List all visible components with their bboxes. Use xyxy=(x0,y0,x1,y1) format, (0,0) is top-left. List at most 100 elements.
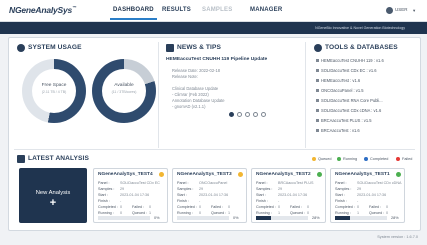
bullet-icon xyxy=(316,89,319,92)
pager-dot[interactable] xyxy=(261,112,266,117)
field-label: Finish : xyxy=(335,199,347,203)
samples-value: 29 xyxy=(357,187,362,191)
tool-item[interactable]: BRCAaccuTest : v1.6 xyxy=(316,127,412,136)
field-label: Failed : xyxy=(132,205,145,209)
field-label: Panel : xyxy=(98,181,110,185)
tool-label: ONCOaccuPanel : v1.5 xyxy=(321,87,364,93)
analysis-card[interactable]: NGeneAnalySys_TEST3 Panel : ONCOaccuPanel S… xyxy=(172,168,247,223)
field-label: Failed : xyxy=(369,205,382,209)
samples-value: 29 xyxy=(199,187,204,191)
legend-dot-icon xyxy=(364,157,368,161)
nav-samples: SAMPLES xyxy=(202,7,233,13)
tool-item[interactable]: ONCOaccuPanel : v1.5 xyxy=(316,87,412,96)
free-space-value: (2.11 TB / 4 TB) xyxy=(41,90,67,94)
finish-value: - xyxy=(120,199,122,203)
field-label: Failed : xyxy=(290,205,303,209)
user-name: USER xyxy=(395,7,408,12)
running-value: 0 xyxy=(199,211,202,215)
free-space-donut: Free Space (2.11 TB / 4 TB) xyxy=(22,59,86,123)
progress-bar xyxy=(335,216,387,220)
completed-value: 0 xyxy=(278,205,281,209)
status-dot-icon xyxy=(317,172,322,177)
analysis-card-title: NGeneAnalySys_TEST4 xyxy=(98,172,153,177)
running-value: 0 xyxy=(120,211,123,215)
news-headline[interactable]: HEMEaccuTest CNUHH 119 Pipeline Update xyxy=(166,57,267,62)
field-label: Panel : xyxy=(177,181,189,185)
news-line: - ClinVar (Feb 2022) xyxy=(172,92,209,97)
queued-value: 0 xyxy=(307,211,310,215)
queued-value: 0 xyxy=(386,211,389,215)
nav-manager[interactable]: MANAGER xyxy=(250,7,282,13)
available-donut: Available (11 / 3TB/cores) xyxy=(92,59,156,123)
news-line: Annotation Database Update xyxy=(172,98,225,103)
start-value: 2023-01-04 17:36 xyxy=(278,193,308,197)
bullet-icon xyxy=(316,69,319,72)
finish-value: - xyxy=(199,199,201,203)
news-icon xyxy=(166,44,174,52)
pager-dot[interactable] xyxy=(229,112,234,117)
legend-dot-icon xyxy=(396,157,400,161)
bullet-icon xyxy=(316,109,319,112)
pager-dot[interactable] xyxy=(245,112,250,117)
legend-label: Failed xyxy=(402,157,413,161)
news-line: - gnomAD (v2.1.1) xyxy=(172,104,206,109)
field-label: Completed : xyxy=(335,205,355,209)
field-label: Samples : xyxy=(256,187,273,191)
tool-label: SOLIDaccuTest RNA Core Publi... xyxy=(321,97,383,103)
legend-dot-icon xyxy=(337,157,341,161)
field-label: Start : xyxy=(177,193,187,197)
nav-results[interactable]: RESULTS xyxy=(162,7,191,13)
field-label: Panel : xyxy=(335,181,347,185)
legend-label: Running xyxy=(343,157,358,161)
analysis-card-title: NGeneAnalySys_TEST3 xyxy=(177,172,232,177)
user-avatar-icon xyxy=(386,7,393,14)
new-analysis-button[interactable]: New Analysis + xyxy=(19,168,87,223)
analysis-card[interactable]: NGeneAnalySys_TEST1 Panel : SOLIDaccuTest … xyxy=(330,168,405,223)
running-value: 1 xyxy=(278,211,281,215)
panel-value: BRCAaccuTest PLUS xyxy=(278,181,314,185)
analysis-card[interactable]: NGeneAnalySys_TEST4 Panel : SOLIDaccuTest … xyxy=(93,168,168,223)
section-divider xyxy=(158,42,159,148)
tool-item[interactable]: HEMEaccuTest CNUHH 119 : v1.6 xyxy=(316,57,412,66)
app-logo[interactable]: NGeneAnalySys™ xyxy=(9,5,77,15)
completed-value: 0 xyxy=(357,205,360,209)
nav-dashboard[interactable]: DASHBOARD xyxy=(110,7,157,20)
bullet-icon xyxy=(316,79,319,82)
new-analysis-label: New Analysis xyxy=(35,190,71,196)
analysis-card-title: NGeneAnalySys_TEST1 xyxy=(335,172,390,177)
progress-percent: 0% xyxy=(154,215,160,220)
analysis-card-title: NGeneAnalySys_TEST2 xyxy=(256,172,311,177)
plus-icon: + xyxy=(49,197,57,209)
available-value: (11 / 3TB/cores) xyxy=(111,90,137,94)
progress-percent: 28% xyxy=(391,215,399,220)
tool-item[interactable]: SOLIDaccuTest RNA Core Publi... xyxy=(316,97,412,106)
finish-value: - xyxy=(278,199,280,203)
user-menu[interactable]: USER ▾ xyxy=(386,6,422,16)
field-label: Queued : xyxy=(132,211,148,215)
panel-value: SOLIDaccuTest CDx EC xyxy=(120,181,160,185)
tool-item[interactable]: HEMEaccuTest : v1.6 xyxy=(316,77,412,86)
pager-dot[interactable] xyxy=(237,112,242,117)
progress-percent: 0% xyxy=(233,215,239,220)
status-dot-icon xyxy=(396,172,401,177)
queued-value: 1 xyxy=(228,211,231,215)
running-value: 1 xyxy=(357,211,360,215)
pager-dot[interactable] xyxy=(253,112,258,117)
system-usage-icon xyxy=(17,44,25,52)
tool-item[interactable]: BRCAaccuTest PLUS : v1.5 xyxy=(316,117,412,126)
field-label: Finish : xyxy=(98,199,110,203)
samples-value: 29 xyxy=(278,187,283,191)
field-label: Samples : xyxy=(335,187,352,191)
bullet-icon xyxy=(316,59,319,62)
tool-label: BRCAaccuTest PLUS : v1.5 xyxy=(321,117,372,123)
tool-item[interactable]: SOLIDaccuTest CDx EC : v1.6 xyxy=(316,67,412,76)
tool-label: HEMEaccuTest : v1.6 xyxy=(321,77,361,83)
field-label: Completed : xyxy=(98,205,118,209)
status-dot-icon xyxy=(159,172,164,177)
field-label: Start : xyxy=(256,193,266,197)
tool-item[interactable]: SOLIDaccuTest CDx cDNA : v1.6 xyxy=(316,107,412,116)
field-label: Start : xyxy=(335,193,345,197)
field-label: Running : xyxy=(177,211,193,215)
analysis-card[interactable]: NGeneAnalySys_TEST2 Panel : BRCAaccuTest P… xyxy=(251,168,326,223)
field-label: Finish : xyxy=(256,199,268,203)
